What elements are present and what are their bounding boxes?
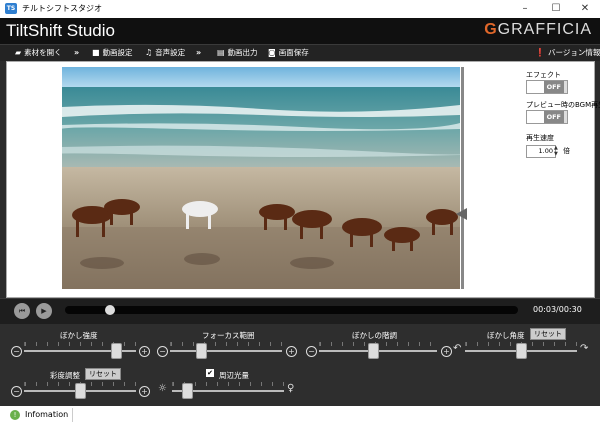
vignette-checkbox[interactable]: ✔ [206, 369, 214, 377]
blur-angle-thumb[interactable] [516, 343, 527, 359]
vignette-thumb[interactable] [182, 383, 194, 399]
blur-strength-minus-button[interactable]: − [11, 346, 22, 357]
app-title: TiltShift Studio [6, 21, 115, 40]
effect-toggle[interactable]: OFF [526, 80, 568, 94]
rewind-button[interactable]: ⏮ [14, 303, 30, 319]
window-caption: チルトシフトスタジオ [22, 4, 102, 13]
brand-logo: GGRAFFICIA [484, 21, 592, 39]
play-icon: ▶ [41, 307, 47, 315]
status-separator [72, 408, 73, 422]
maximize-button[interactable]: ☐ [541, 0, 571, 18]
status-bar: ! Infomation [0, 406, 600, 424]
video-settings-label: 動画設定 [102, 48, 133, 57]
light-bulb-dim-icon: ☼ [158, 383, 167, 394]
video-output-button[interactable]: ▤ 動画出力 [217, 47, 258, 59]
saturation-plus-button[interactable]: + [139, 386, 150, 397]
camera-icon: ◙ [268, 48, 276, 57]
version-info-label: バージョン情報 [547, 48, 600, 57]
video-camera-icon: ■ [92, 48, 100, 57]
light-bulb-bright-icon: ♀ [287, 383, 295, 394]
saturation-thumb[interactable] [75, 383, 86, 399]
time-display: 00:03/00:30 [533, 305, 582, 314]
focus-range-label: フォーカス範囲 [202, 331, 255, 340]
info-icon: ❗ [535, 48, 545, 57]
rotate-left-icon[interactable]: ↶ [453, 343, 461, 354]
effect-label: エフェクト [526, 71, 561, 79]
open-material-label: 素材を開く [24, 48, 62, 57]
focus-range-plus-button[interactable]: + [286, 346, 297, 357]
bgm-label: プレビュー時のBGM再生 [526, 101, 600, 109]
saturation-label: 彩度調整 [50, 371, 80, 380]
speed-unit: 倍 [563, 147, 570, 155]
bgm-toggle[interactable]: OFF [526, 110, 568, 124]
play-button[interactable]: ▶ [36, 303, 52, 319]
close-button[interactable]: ✕ [570, 0, 600, 18]
seek-bar[interactable] [65, 306, 518, 314]
focus-position-marker-icon[interactable] [456, 208, 467, 220]
blur-angle-reset-button[interactable]: リセット [530, 328, 566, 340]
film-icon: ▤ [217, 48, 225, 57]
minimize-button[interactable]: – [510, 0, 540, 18]
saturation-reset-button[interactable]: リセット [85, 368, 121, 380]
focus-range-thumb[interactable] [195, 343, 207, 359]
speed-input[interactable]: 1.00 [526, 145, 556, 158]
video-settings-button[interactable]: ■ 動画設定 [92, 47, 133, 59]
status-label: Infomation [25, 410, 69, 419]
save-image-button[interactable]: ◙ 画面保存 [268, 47, 309, 59]
video-preview[interactable] [62, 67, 460, 289]
video-output-label: 動画出力 [227, 48, 258, 57]
brand-mark: G [484, 21, 498, 38]
focus-range-ticks [170, 342, 283, 346]
blur-strength-thumb[interactable] [110, 343, 122, 359]
effect-toggle-state: OFF [543, 81, 564, 93]
save-image-label: 画面保存 [278, 48, 309, 57]
app-icon: TS [5, 3, 17, 14]
speed-label: 再生速度 [526, 134, 554, 142]
music-note-icon: ♫ [145, 48, 153, 57]
rotate-right-icon[interactable]: ↷ [580, 343, 588, 354]
audio-settings-button[interactable]: ♫ 音声設定 [145, 47, 185, 59]
focus-range-minus-button[interactable]: − [157, 346, 168, 357]
audio-settings-label: 音声設定 [155, 48, 186, 57]
step-arrow-icon: » [196, 48, 202, 57]
open-material-button[interactable]: ▰ 素材を開く [15, 47, 62, 59]
preview-image [62, 67, 460, 289]
bgm-toggle-state: OFF [543, 111, 564, 123]
skip-back-icon: ⏮ [18, 307, 26, 315]
window-title-bar: TS チルトシフトスタジオ – ☐ ✕ [0, 0, 600, 18]
saturation-minus-button[interactable]: − [11, 386, 22, 397]
focus-range-track[interactable] [170, 350, 282, 352]
vignette-label: 周辺光量 [219, 371, 249, 380]
brand-text: GRAFFICIA [497, 21, 592, 38]
app-header: TiltShift Studio GGRAFFICIA [0, 18, 600, 44]
blur-strength-plus-button[interactable]: + [139, 346, 150, 357]
version-info-button[interactable]: ❗ バージョン情報 [535, 47, 600, 59]
blur-falloff-thumb[interactable] [367, 343, 379, 359]
blur-falloff-label: ぼかしの階調 [352, 331, 397, 340]
blur-falloff-plus-button[interactable]: + [441, 346, 452, 357]
blur-strength-label: ぼかし強度 [60, 331, 98, 340]
blur-falloff-minus-button[interactable]: − [306, 346, 317, 357]
split-handle[interactable] [461, 67, 464, 289]
blur-angle-label: ぼかし角度 [487, 331, 525, 340]
speed-spinner[interactable]: ▲ ▼ [554, 145, 561, 157]
info-icon: ! [10, 410, 20, 420]
folder-icon: ▰ [15, 48, 22, 57]
toolbar: ▰ 素材を開く » ■ 動画設定 ♫ 音声設定 » ▤ 動画出力 ◙ 画面保存 ❗ バージョ… [0, 44, 600, 61]
step-arrow-icon: » [74, 48, 80, 57]
